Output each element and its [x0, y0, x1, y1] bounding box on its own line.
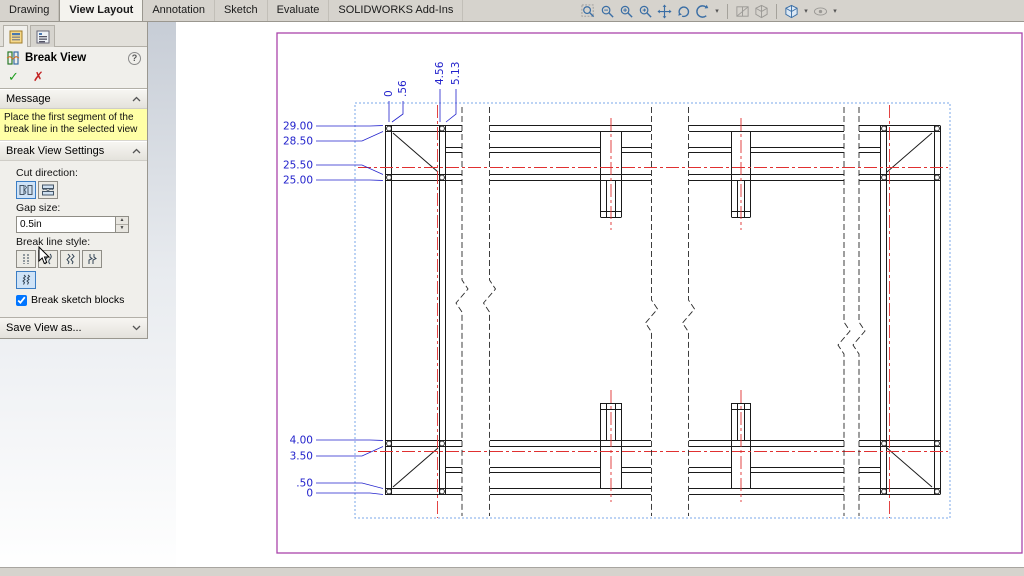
property-manager-tab[interactable] [3, 25, 28, 47]
ok-button[interactable]: ✓ [8, 69, 19, 85]
break-view-settings-body: Cut direction: Gap size: ▲ ▼ Break line … [0, 161, 147, 312]
jagged-cut-style-button[interactable] [16, 271, 36, 289]
display-style-dropdown-icon[interactable]: ▾ [802, 7, 810, 15]
dimension-label[interactable]: 5.13 [450, 62, 462, 85]
dimension-label[interactable]: 4.00 [290, 435, 313, 447]
break-view-settings-header[interactable]: Break View Settings [0, 141, 147, 161]
gap-size-stepper: ▲ ▼ [116, 216, 129, 233]
toolbar-separator [776, 4, 777, 19]
previous-view-icon[interactable] [694, 3, 711, 20]
dimension-label[interactable]: 0 [383, 90, 395, 97]
gap-size-input[interactable] [16, 216, 116, 233]
toolbar-separator [727, 4, 728, 19]
rotate-view-icon[interactable] [675, 3, 692, 20]
status-bar [0, 567, 1024, 576]
cut-vertical-button[interactable] [16, 181, 36, 199]
save-view-as-label: Save View as... [6, 322, 82, 334]
settings-header-label: Break View Settings [6, 145, 104, 157]
collapse-chevron-icon[interactable] [132, 96, 141, 102]
previous-view-dropdown-icon[interactable]: ▾ [713, 7, 721, 15]
cancel-button[interactable]: ✗ [33, 69, 44, 85]
graphics-area[interactable]: 29.00 28.50 25.50 25.00 4.00 3.50 .50 0 … [176, 22, 1024, 567]
break-line-style-buttons-row2 [16, 271, 143, 289]
tab-evaluate[interactable]: Evaluate [268, 0, 330, 21]
message-header-label: Message [6, 93, 51, 105]
dimension-label[interactable]: .56 [397, 80, 409, 97]
property-manager-panel: Break View ? ✓ ✗ Message Place the first… [0, 22, 148, 339]
view-orientation-icon[interactable] [753, 3, 770, 20]
break-sketch-blocks-label: Break sketch blocks [31, 294, 124, 306]
ribbon-tab-bar: Drawing View Layout Annotation Sketch Ev… [0, 0, 1024, 22]
dimension-label[interactable]: 3.50 [290, 451, 313, 463]
break-view-icon [6, 51, 20, 65]
hide-show-items-icon[interactable] [812, 3, 829, 20]
feature-tree-tab[interactable] [30, 25, 55, 47]
zoom-to-fit-icon[interactable] [580, 3, 597, 20]
panel-action-row: ✓ ✗ [0, 68, 147, 89]
small-zigzag-cut-style-button[interactable] [82, 250, 102, 268]
break-line-style-label: Break line style: [16, 236, 143, 248]
cut-horizontal-button[interactable] [38, 181, 58, 199]
help-icon[interactable]: ? [128, 52, 141, 65]
cut-direction-buttons [16, 181, 143, 199]
save-view-as-header[interactable]: Save View as... [0, 317, 147, 338]
message-group-header[interactable]: Message [0, 89, 147, 109]
spin-down-icon[interactable]: ▼ [116, 225, 128, 232]
property-manager-tab-icon [9, 30, 23, 44]
drawing-canvas[interactable]: 29.00 28.50 25.50 25.00 4.00 3.50 .50 0 … [176, 22, 1024, 567]
zoom-in-out-icon[interactable] [618, 3, 635, 20]
view-toolbar: ▾ ▾ ▾ [580, 0, 839, 22]
left-panel-region: Break View ? ✓ ✗ Message Place the first… [0, 22, 176, 576]
pan-icon[interactable] [656, 3, 673, 20]
dimension-label[interactable]: 28.50 [283, 136, 313, 148]
expand-chevron-icon[interactable] [132, 325, 141, 331]
section-view-icon[interactable] [734, 3, 751, 20]
feature-tree-tab-icon [36, 30, 50, 44]
cut-direction-label: Cut direction: [16, 167, 143, 179]
panel-title: Break View [25, 52, 86, 64]
dimension-label[interactable]: 29.00 [283, 121, 313, 133]
dimension-label[interactable]: 4.56 [434, 61, 446, 85]
break-sketch-blocks-checkbox[interactable] [16, 295, 27, 306]
panel-tab-strip [0, 22, 147, 47]
mouse-cursor [38, 246, 51, 270]
straight-cut-style-button[interactable] [16, 250, 36, 268]
spin-up-icon[interactable]: ▲ [116, 217, 128, 225]
dimension-label[interactable]: 25.50 [283, 160, 313, 172]
zoom-to-selection-icon[interactable] [637, 3, 654, 20]
hide-show-dropdown-icon[interactable]: ▾ [831, 7, 839, 15]
tab-solidworks-add-ins[interactable]: SOLIDWORKS Add-Ins [329, 0, 463, 21]
collapse-chevron-icon[interactable] [132, 148, 141, 154]
tab-annotation[interactable]: Annotation [143, 0, 215, 21]
gap-size-label: Gap size: [16, 202, 143, 214]
zigzag-cut-style-button[interactable] [60, 250, 80, 268]
dimension-label[interactable]: 0 [306, 488, 313, 500]
display-style-icon[interactable] [783, 3, 800, 20]
break-sketch-blocks-row: Break sketch blocks [16, 294, 143, 306]
tab-sketch[interactable]: Sketch [215, 0, 268, 21]
gap-size-field: ▲ ▼ [16, 216, 143, 233]
tab-view-layout[interactable]: View Layout [59, 0, 143, 21]
tab-drawing[interactable]: Drawing [0, 0, 59, 21]
dimension-label[interactable]: 25.00 [283, 175, 313, 187]
panel-title-row: Break View ? [0, 47, 147, 68]
message-box: Place the first segment of the break lin… [0, 109, 147, 141]
break-line-style-buttons-row1 [16, 250, 143, 268]
zoom-to-area-icon[interactable] [599, 3, 616, 20]
